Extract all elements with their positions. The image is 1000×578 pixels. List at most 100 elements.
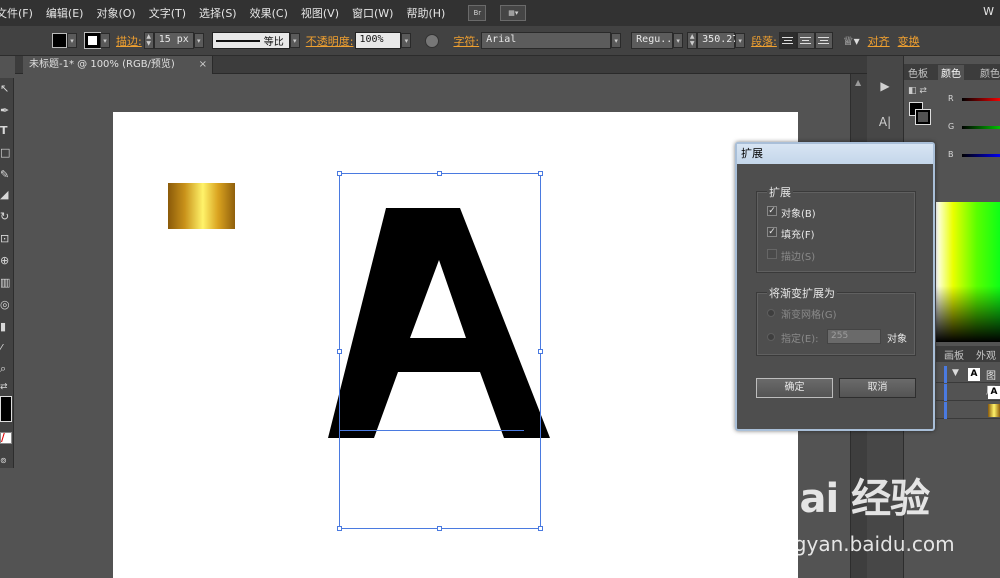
rotate-tool-icon[interactable]: ↻	[0, 210, 14, 224]
rectangle-tool-icon[interactable]: □	[0, 146, 14, 160]
font-style-field[interactable]: Regu...	[631, 32, 678, 49]
object-checkbox[interactable]: ✓	[767, 206, 777, 216]
stroke-swatch[interactable]	[84, 32, 101, 49]
resize-handle[interactable]	[337, 349, 342, 354]
resize-handle[interactable]	[437, 171, 442, 176]
font-size-dropdown-icon[interactable]: ▾	[735, 33, 746, 48]
character-panel-icon[interactable]: A|	[873, 112, 897, 132]
stroke-dropdown-icon[interactable]: ▾	[100, 33, 110, 48]
envelope-warp-icon[interactable]: ♕▾	[843, 34, 860, 48]
arrange-documents-icon[interactable]: ▦▾	[500, 5, 527, 21]
opacity-label[interactable]: 不透明度:	[306, 33, 354, 49]
layer-row[interactable]: ▼ A 图层	[936, 366, 1000, 397]
align-center-icon[interactable]	[796, 32, 815, 49]
workspace-label[interactable]: W	[983, 5, 994, 18]
graph-tool-icon[interactable]: ▮	[0, 320, 14, 334]
stroke-weight-field[interactable]: 15 px	[153, 32, 194, 49]
default-colors-icon[interactable]: ◧ ⇄	[908, 86, 927, 96]
free-transform-icon[interactable]: ⊡	[0, 232, 14, 246]
gradient-mesh-radio[interactable]	[767, 309, 775, 317]
selection-tool-icon[interactable]: ↖	[0, 82, 14, 96]
ok-button[interactable]: 确定	[756, 378, 833, 398]
resize-handle[interactable]	[538, 526, 543, 531]
specify-radio[interactable]	[767, 333, 775, 341]
recolor-icon[interactable]	[425, 33, 440, 48]
stroke-color-swatch[interactable]	[915, 109, 931, 125]
opacity-dropdown-icon[interactable]: ▾	[401, 33, 412, 48]
drawing-mode-icon[interactable]: ⊚	[0, 454, 14, 468]
play-action-icon[interactable]: ▶	[873, 76, 897, 96]
color-spectrum[interactable]	[936, 202, 1000, 342]
stroke-profile-dropdown-icon[interactable]: ▾	[289, 33, 300, 48]
eraser-tool-icon[interactable]: ◢	[0, 188, 14, 202]
expand-triangle-icon[interactable]: ▼	[952, 368, 959, 378]
gradient-mesh-label[interactable]: 渐变网格(G)	[781, 306, 837, 321]
none-color-icon[interactable]: /	[0, 432, 12, 444]
stroke-label[interactable]: 描边:	[116, 33, 142, 49]
specify-objects-input[interactable]: 255	[827, 329, 881, 344]
fill-color-icon[interactable]	[0, 396, 12, 422]
menu-view[interactable]: 视图(V)	[301, 5, 339, 21]
menu-file[interactable]: 文件(F)	[0, 5, 33, 21]
selection-bounding-box[interactable]	[339, 173, 541, 529]
stroke-checkbox[interactable]	[767, 249, 777, 259]
object-checkbox-label[interactable]: 对象(B)	[781, 205, 816, 220]
menu-object[interactable]: 对象(O)	[96, 5, 135, 21]
type-tool-icon[interactable]: T	[0, 124, 14, 138]
blend-tool-icon[interactable]: ◎	[0, 298, 14, 312]
opacity-field[interactable]: 100%	[355, 32, 402, 49]
transform-panel-label[interactable]: 变换	[898, 33, 920, 49]
resize-handle[interactable]	[337, 526, 342, 531]
align-panel-label[interactable]: 对齐	[868, 33, 890, 49]
align-right-icon[interactable]	[814, 32, 833, 49]
tab-artboards[interactable]: 画板	[944, 347, 964, 362]
font-size-stepper[interactable]: ▲ ▼	[687, 32, 698, 49]
menu-help[interactable]: 帮助(H)	[406, 5, 445, 21]
blue-slider[interactable]	[962, 154, 1000, 157]
swap-colors-icon[interactable]: ⇄	[0, 380, 14, 394]
stroke-weight-stepper[interactable]: ▲ ▼	[143, 32, 154, 49]
font-style-dropdown-icon[interactable]: ▾	[673, 33, 684, 48]
fill-dropdown-icon[interactable]: ▾	[67, 33, 77, 48]
bridge-button[interactable]: Br	[468, 5, 487, 21]
eyedropper-tool-icon[interactable]: ⁄	[0, 342, 14, 356]
menu-window[interactable]: 窗口(W)	[352, 5, 393, 21]
gradient-rectangle[interactable]	[168, 183, 235, 229]
paragraph-label[interactable]: 段落:	[751, 33, 777, 49]
stroke-checkbox-label[interactable]: 描边(S)	[781, 248, 815, 263]
tab-color[interactable]: 颜色	[938, 65, 964, 80]
menu-select[interactable]: 选择(S)	[199, 5, 237, 21]
red-slider[interactable]	[962, 98, 1000, 101]
layer-row[interactable]: A	[936, 384, 1000, 401]
zoom-tool-icon[interactable]: ⌕	[0, 362, 14, 376]
menu-edit[interactable]: 编辑(E)	[46, 5, 84, 21]
fill-checkbox-label[interactable]: 填充(F)	[781, 226, 815, 241]
stroke-weight-dropdown-icon[interactable]: ▾	[193, 33, 204, 48]
font-size-field[interactable]: 350.27	[697, 32, 738, 49]
resize-handle[interactable]	[538, 171, 543, 176]
character-label[interactable]: 字符:	[453, 33, 479, 49]
menu-effect[interactable]: 效果(C)	[250, 5, 288, 21]
shape-builder-icon[interactable]: ⊕	[0, 254, 14, 268]
font-family-field[interactable]: Arial	[481, 32, 612, 49]
stroke-profile-field[interactable]: 等比	[211, 32, 290, 49]
close-icon[interactable]: ×	[199, 56, 207, 74]
resize-handle[interactable]	[337, 171, 342, 176]
specify-label[interactable]: 指定(E):	[781, 330, 819, 345]
font-family-dropdown-icon[interactable]: ▾	[611, 33, 622, 48]
tab-swatches[interactable]: 色板	[908, 65, 928, 80]
tab-appearance[interactable]: 外观	[976, 347, 996, 362]
resize-handle[interactable]	[437, 526, 442, 531]
layer-row[interactable]	[936, 402, 1000, 419]
menu-type[interactable]: 文字(T)	[149, 5, 186, 21]
pen-tool-icon[interactable]: ✒	[0, 104, 14, 118]
tab-color-guide[interactable]: 颜色	[980, 65, 1000, 80]
document-tab[interactable]: 未标题-1* @ 100% (RGB/预览) ×	[23, 56, 213, 74]
scroll-up-icon[interactable]: ▲	[855, 78, 861, 87]
fill-checkbox[interactable]: ✓	[767, 227, 777, 237]
green-slider[interactable]	[962, 126, 1000, 129]
fill-swatch[interactable]	[52, 33, 67, 48]
resize-handle[interactable]	[538, 349, 543, 354]
brush-tool-icon[interactable]: ✎	[0, 168, 14, 182]
cancel-button[interactable]: 取消	[839, 378, 916, 398]
